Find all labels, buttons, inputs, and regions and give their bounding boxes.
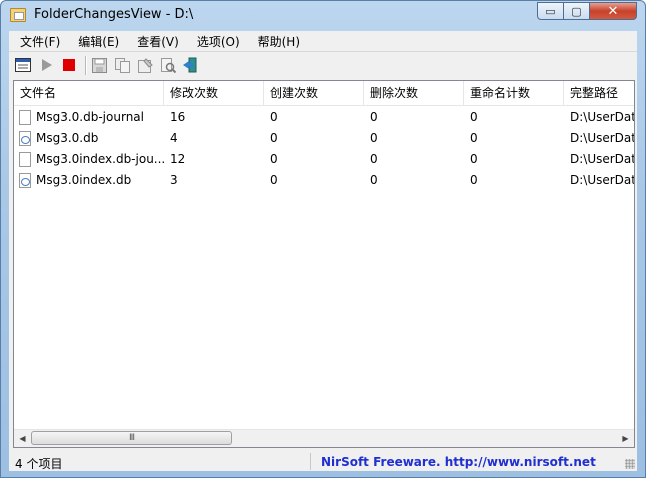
cell-deleted: 0 — [370, 152, 378, 166]
item-count: 4 个项目 — [15, 457, 63, 471]
cell-filename: Msg3.0.db-journal — [14, 107, 164, 128]
scroll-left-button[interactable]: ◀ — [14, 430, 31, 447]
cell-created: 0 — [270, 131, 278, 145]
cell-filename: Msg3.0.db — [14, 128, 164, 149]
cell-renamed: 0 — [470, 152, 478, 166]
table-row[interactable]: Msg3.0.db 4 0 0 0 D:\UserData — [14, 128, 634, 149]
cell-deleted: 0 — [370, 173, 378, 187]
filename-text: Msg3.0index.db — [36, 173, 132, 187]
app-icon — [10, 8, 26, 22]
column-header-path[interactable]: 完整路径 — [564, 81, 634, 105]
cell-filename: Msg3.0index.db — [14, 170, 164, 191]
cell-path: D:\UserData — [570, 152, 634, 166]
file-icon — [19, 152, 31, 167]
cell-created: 0 — [270, 152, 278, 166]
maximize-button[interactable]: ▢ — [564, 2, 590, 20]
db-file-icon — [19, 173, 31, 188]
filename-text: Msg3.0.db — [36, 131, 99, 145]
cell-modified: 16 — [170, 110, 186, 124]
column-header-created[interactable]: 创建次数 — [264, 81, 364, 105]
scroll-thumb[interactable]: III — [31, 431, 232, 445]
grip-icon: III — [129, 433, 135, 443]
table-row[interactable]: Msg3.0index.db-jou... 12 0 0 0 D:\UserDa… — [14, 149, 634, 170]
menu-options[interactable]: 选项(O) — [186, 31, 247, 50]
horizontal-scrollbar[interactable]: ◀ III ▶ — [14, 429, 634, 447]
maximize-icon: ▢ — [571, 4, 582, 18]
status-bar: 4 个项目 NirSoft Freeware. http://www.nirso… — [9, 451, 637, 471]
column-header-modified[interactable]: 修改次数 — [164, 81, 264, 105]
window-controls: ▭ ▢ ✕ — [537, 2, 637, 20]
menu-help[interactable]: 帮助(H) — [247, 31, 307, 50]
menu-file[interactable]: 文件(F) — [9, 31, 67, 50]
cell-deleted: 0 — [370, 131, 378, 145]
options-icon[interactable] — [14, 56, 32, 74]
cell-deleted: 0 — [370, 110, 378, 124]
menu-bar: 文件(F) 编辑(E) 查看(V) 选项(O) 帮助(H) — [9, 31, 637, 50]
close-icon: ✕ — [607, 3, 619, 19]
find-icon[interactable] — [159, 56, 177, 74]
cell-modified: 12 — [170, 152, 186, 166]
app-window: FolderChangesView - D:\ ▭ ▢ ✕ 文件(F) 编辑(E… — [0, 0, 646, 478]
chevron-left-icon: ◀ — [19, 434, 26, 443]
copy-icon[interactable] — [113, 56, 131, 74]
cell-renamed: 0 — [470, 173, 478, 187]
cell-created: 0 — [270, 110, 278, 124]
nirsoft-link[interactable]: NirSoft Freeware. http://www.nirsoft.net — [321, 455, 596, 469]
db-file-icon — [19, 131, 31, 146]
resize-grip-icon[interactable] — [625, 459, 635, 469]
properties-icon[interactable] — [136, 56, 154, 74]
table-row[interactable]: Msg3.0.db-journal 16 0 0 0 D:\UserData — [14, 107, 634, 128]
cell-modified: 3 — [170, 173, 178, 187]
list-header: 文件名 修改次数 创建次数 删除次数 重命名计数 完整路径 — [14, 81, 634, 106]
cell-filename: Msg3.0index.db-jou... — [14, 149, 164, 170]
toolbar-separator — [85, 56, 87, 75]
client-area: 文件(F) 编辑(E) 查看(V) 选项(O) 帮助(H) 文件名 修改次数 创… — [9, 31, 637, 471]
menu-edit[interactable]: 编辑(E) — [67, 31, 126, 50]
column-header-deleted[interactable]: 删除次数 — [364, 81, 464, 105]
list-rows: Msg3.0.db-journal 16 0 0 0 D:\UserData M… — [14, 107, 634, 191]
stop-icon[interactable] — [60, 56, 78, 74]
menu-view[interactable]: 查看(V) — [126, 31, 186, 50]
column-header-renamed[interactable]: 重命名计数 — [464, 81, 564, 105]
filename-text: Msg3.0.db-journal — [36, 110, 144, 124]
file-list[interactable]: 文件名 修改次数 创建次数 删除次数 重命名计数 完整路径 Msg3.0.db-… — [13, 80, 635, 448]
file-icon — [19, 110, 31, 125]
column-header-filename[interactable]: 文件名 — [14, 81, 164, 105]
minimize-button[interactable]: ▭ — [537, 2, 564, 20]
cell-created: 0 — [270, 173, 278, 187]
filename-text: Msg3.0index.db-jou... — [36, 152, 164, 166]
cell-path: D:\UserData — [570, 131, 634, 145]
cell-renamed: 0 — [470, 131, 478, 145]
toolbar — [9, 51, 637, 79]
start-icon[interactable] — [38, 56, 56, 74]
cell-path: D:\UserData — [570, 173, 634, 187]
exit-icon[interactable] — [181, 56, 199, 74]
table-row[interactable]: Msg3.0index.db 3 0 0 0 D:\UserData — [14, 170, 634, 191]
chevron-right-icon: ▶ — [622, 434, 629, 443]
cell-renamed: 0 — [470, 110, 478, 124]
close-button[interactable]: ✕ — [590, 2, 637, 20]
cell-modified: 4 — [170, 131, 178, 145]
minimize-icon: ▭ — [545, 4, 556, 18]
title-bar[interactable]: FolderChangesView - D:\ ▭ ▢ ✕ — [1, 1, 645, 31]
scroll-right-button[interactable]: ▶ — [617, 430, 634, 447]
status-divider — [310, 453, 311, 470]
save-icon[interactable] — [90, 56, 108, 74]
cell-path: D:\UserData — [570, 110, 634, 124]
window-title: FolderChangesView - D:\ — [34, 7, 194, 22]
